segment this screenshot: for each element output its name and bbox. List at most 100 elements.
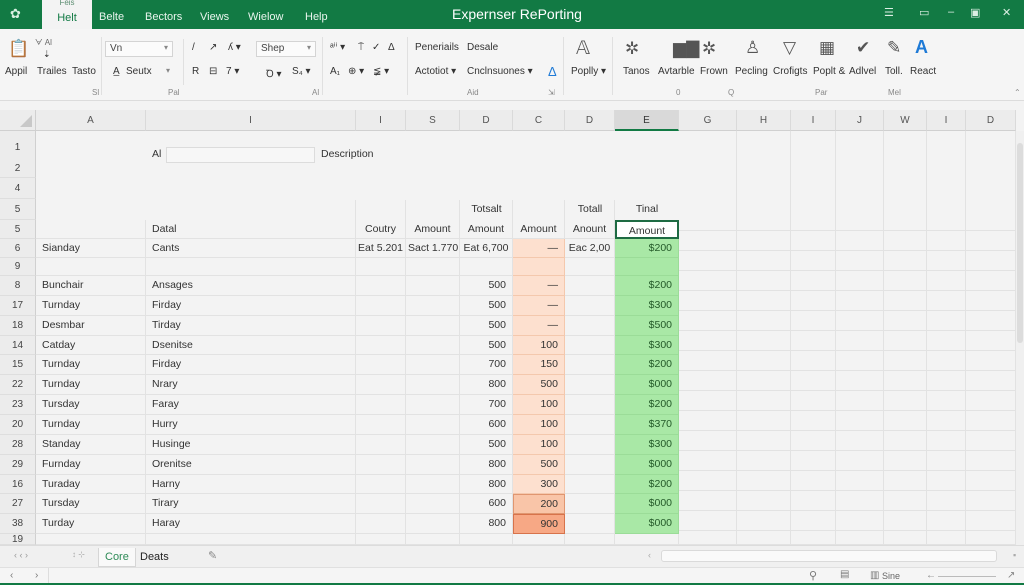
align-top-button[interactable]: ⍑: [358, 42, 364, 53]
cell[interactable]: [565, 475, 615, 494]
cell[interactable]: [836, 491, 884, 511]
cell[interactable]: Eat 5.201: [356, 239, 406, 258]
cell[interactable]: [679, 131, 737, 151]
cell[interactable]: [884, 211, 927, 231]
cell[interactable]: [791, 291, 836, 311]
cell[interactable]: [927, 331, 966, 351]
trailes-button[interactable]: Trailes: [37, 66, 67, 77]
cell[interactable]: [927, 311, 966, 331]
cell[interactable]: [884, 511, 927, 531]
column-header[interactable]: I: [356, 110, 406, 131]
row-header[interactable]: 22: [0, 375, 36, 395]
cell[interactable]: [356, 316, 406, 336]
cell[interactable]: Bunchair: [36, 276, 146, 296]
cell[interactable]: [356, 534, 406, 545]
cell[interactable]: [966, 191, 1016, 211]
cell[interactable]: 700: [460, 395, 513, 415]
cell[interactable]: [406, 258, 460, 276]
cell[interactable]: [927, 511, 966, 531]
tab-belte[interactable]: Belte: [99, 11, 124, 23]
cell[interactable]: [406, 494, 460, 514]
cell[interactable]: [791, 211, 836, 231]
row-header[interactable]: 4: [0, 178, 36, 199]
row-header[interactable]: 16: [0, 475, 36, 494]
cell[interactable]: [791, 271, 836, 291]
tab-views[interactable]: Views: [200, 11, 229, 23]
cell[interactable]: [836, 531, 884, 545]
cell[interactable]: Cants: [146, 239, 356, 258]
collapse-ribbon-icon[interactable]: ⌃: [1014, 88, 1021, 97]
cell[interactable]: [791, 391, 836, 411]
row-header[interactable]: 8: [0, 276, 36, 296]
cell[interactable]: [679, 291, 737, 311]
cell[interactable]: Eat 6,700: [460, 239, 513, 258]
cell[interactable]: [406, 296, 460, 316]
cell[interactable]: $200: [615, 395, 679, 415]
cell[interactable]: [836, 251, 884, 271]
cell[interactable]: [791, 171, 836, 191]
cell[interactable]: [836, 331, 884, 351]
sheet-nav-arrows[interactable]: ‹ ‹ ›: [14, 550, 28, 560]
cell[interactable]: [679, 351, 737, 371]
cell[interactable]: Hurry: [146, 415, 356, 435]
cell[interactable]: [679, 231, 737, 251]
cell[interactable]: [791, 131, 836, 151]
cell[interactable]: [406, 534, 460, 545]
cell[interactable]: [791, 411, 836, 431]
tab-bectors[interactable]: Bectors: [145, 11, 182, 23]
tanos-button[interactable]: Tanos: [623, 66, 650, 77]
cell[interactable]: Harny: [146, 475, 356, 494]
toll-button[interactable]: Toll.: [885, 66, 903, 77]
cell[interactable]: [836, 171, 884, 191]
cell[interactable]: [884, 371, 927, 391]
tab-wielow[interactable]: Wielow: [248, 11, 283, 23]
chevron-down-icon[interactable]: ▾: [166, 66, 170, 75]
row-header[interactable]: 17: [0, 296, 36, 316]
cell[interactable]: [406, 415, 460, 435]
cell[interactable]: Turnday: [36, 355, 146, 375]
cell[interactable]: [791, 511, 836, 531]
font-color-icon[interactable]: A̲: [113, 66, 120, 77]
column-header[interactable]: H: [737, 110, 791, 131]
cell[interactable]: [679, 251, 737, 271]
column-header[interactable]: I: [146, 110, 356, 131]
cell[interactable]: Tursday: [36, 494, 146, 514]
cell[interactable]: [737, 331, 791, 351]
cell[interactable]: [927, 191, 966, 211]
cell[interactable]: [884, 191, 927, 211]
ribbon-display-icon[interactable]: ☰: [884, 6, 894, 19]
cell[interactable]: [836, 191, 884, 211]
cell[interactable]: [927, 251, 966, 271]
cell[interactable]: [966, 371, 1016, 391]
cell[interactable]: [927, 171, 966, 191]
cell[interactable]: [836, 431, 884, 451]
cell[interactable]: [36, 534, 146, 545]
cell[interactable]: [679, 191, 737, 211]
paste-button[interactable]: Appil: [5, 66, 27, 77]
cell[interactable]: [679, 531, 737, 545]
row-header[interactable]: 23: [0, 395, 36, 415]
cell[interactable]: [737, 451, 791, 471]
cell[interactable]: [884, 451, 927, 471]
tasto-button[interactable]: Tasto: [72, 66, 96, 77]
border-button[interactable]: ⊟: [209, 66, 217, 77]
cell[interactable]: 700: [460, 355, 513, 375]
merge-button[interactable]: ⊕ ▾: [348, 66, 364, 77]
column-header[interactable]: W: [884, 110, 927, 131]
cell[interactable]: Firday: [146, 296, 356, 316]
cell[interactable]: [737, 171, 791, 191]
cell[interactable]: 500: [460, 296, 513, 316]
subscript-button[interactable]: S₄ ▾: [292, 66, 311, 77]
cell[interactable]: [884, 491, 927, 511]
cell[interactable]: [356, 336, 406, 355]
cell[interactable]: [356, 494, 406, 514]
cell[interactable]: [146, 534, 356, 545]
cell[interactable]: —: [513, 296, 565, 316]
cell[interactable]: [884, 331, 927, 351]
cell[interactable]: Catday: [36, 336, 146, 355]
column-header[interactable]: C: [513, 110, 565, 131]
cell[interactable]: $000: [615, 494, 679, 514]
horizontal-scrollbar[interactable]: [661, 550, 997, 562]
cell[interactable]: [679, 151, 737, 171]
cell[interactable]: [884, 171, 927, 191]
